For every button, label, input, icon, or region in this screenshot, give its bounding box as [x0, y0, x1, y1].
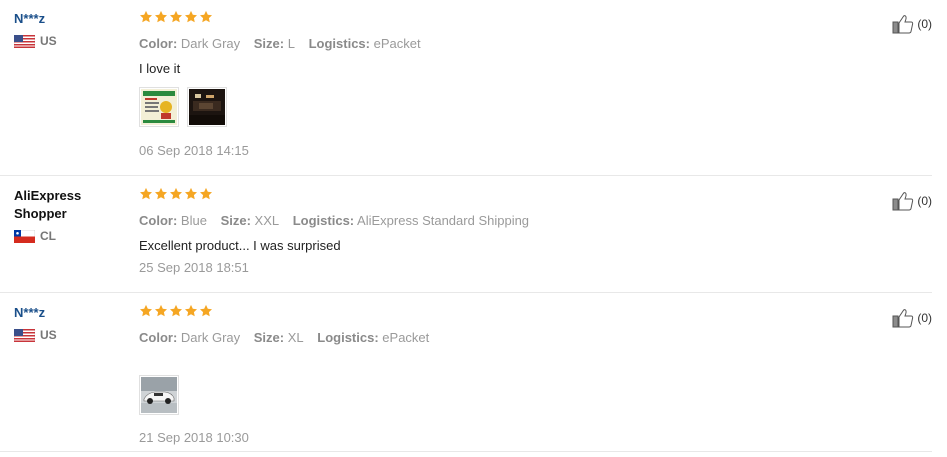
star-icon [169, 10, 183, 24]
review-item: AliExpress Shopper CL Color: Blue Size: … [0, 177, 932, 293]
color-value: Blue [180, 213, 207, 228]
purchase-attributes: Color: Dark Gray Size: XL Logistics: ePa… [139, 330, 859, 346]
review-body: Color: Blue Size: XXL Logistics: AliExpr… [139, 187, 859, 276]
size-label: Size: [253, 36, 285, 51]
photo-card-icon [141, 89, 177, 125]
review-photo-thumbnail[interactable] [187, 87, 227, 127]
logistics-value: ePacket [382, 330, 430, 345]
photo-dark-room-icon [189, 89, 225, 125]
review-date: 21 Sep 2018 10:30 [139, 430, 249, 445]
helpful-count: (0) [917, 311, 932, 325]
purchase-attributes: Color: Blue Size: XXL Logistics: AliExpr… [139, 213, 859, 229]
star-icon [139, 187, 153, 201]
helpful-button[interactable]: (0) [892, 191, 932, 211]
logistics-label: Logistics: [317, 330, 379, 345]
logistics-label: Logistics: [292, 213, 355, 228]
thumbs-up-icon [892, 191, 914, 211]
logistics-value: ePacket [373, 36, 421, 51]
photo-white-car-icon [141, 377, 177, 413]
star-icon [184, 10, 198, 24]
review-photo-thumbnail[interactable] [139, 375, 179, 415]
logistics-label: Logistics: [308, 36, 370, 51]
reviewer-info: AliExpress Shopper CL [14, 187, 124, 243]
review-photo-thumbnail[interactable] [139, 87, 179, 127]
cl-flag-icon [14, 229, 35, 243]
star-icon [139, 10, 153, 24]
color-label: Color: [139, 213, 178, 228]
star-icon [154, 304, 168, 318]
helpful-count: (0) [917, 194, 932, 208]
helpful-count: (0) [917, 17, 932, 31]
review-text: I love it [139, 61, 181, 76]
review-date: 06 Sep 2018 14:15 [139, 143, 249, 158]
color-value: Dark Gray [180, 330, 241, 345]
star-rating [139, 187, 859, 205]
review-item: N***z US Colo [0, 294, 932, 452]
country-code: CL [40, 229, 56, 243]
star-rating [139, 304, 859, 322]
star-icon [169, 187, 183, 201]
star-icon [139, 304, 153, 318]
us-flag-icon [14, 34, 35, 48]
size-value: XXL [254, 213, 280, 228]
country-code: US [40, 328, 57, 342]
star-icon [154, 10, 168, 24]
reviewer-name[interactable]: N***z [14, 10, 124, 28]
star-icon [169, 304, 183, 318]
reviewer-country: US [14, 34, 124, 48]
helpful-button[interactable]: (0) [892, 14, 932, 34]
thumbs-up-icon [892, 308, 914, 328]
review-body: Color: Dark Gray Size: L Logistics: ePac… [139, 10, 859, 159]
star-icon [184, 187, 198, 201]
helpful-button[interactable]: (0) [892, 308, 932, 328]
reviewer-info: N***z US [14, 304, 124, 342]
review-text [139, 355, 859, 371]
review-date: 25 Sep 2018 18:51 [139, 260, 249, 275]
size-value: L [287, 36, 295, 51]
reviewer-info: N***z US [14, 10, 124, 48]
country-code: US [40, 34, 57, 48]
review-body: Color: Dark Gray Size: XL Logistics: ePa… [139, 304, 859, 446]
star-icon [199, 187, 213, 201]
size-label: Size: [220, 213, 251, 228]
review-photos [139, 87, 859, 127]
purchase-attributes: Color: Dark Gray Size: L Logistics: ePac… [139, 36, 859, 52]
star-rating [139, 10, 859, 28]
reviewer-country: CL [14, 229, 124, 243]
review-text: Excellent product... I was surprised [139, 238, 341, 253]
star-icon [199, 10, 213, 24]
review-photos [139, 375, 859, 415]
star-icon [154, 187, 168, 201]
star-icon [199, 304, 213, 318]
review-item: N***z US Colo [0, 0, 932, 176]
size-label: Size: [253, 330, 285, 345]
reviewer-name: AliExpress Shopper [14, 188, 82, 221]
thumbs-up-icon [892, 14, 914, 34]
color-label: Color: [139, 330, 178, 345]
color-label: Color: [139, 36, 178, 51]
us-flag-icon [14, 328, 35, 342]
reviewer-name[interactable]: N***z [14, 304, 124, 322]
color-value: Dark Gray [180, 36, 241, 51]
size-value: XL [287, 330, 304, 345]
logistics-value: AliExpress Standard Shipping [357, 213, 530, 228]
reviewer-country: US [14, 328, 124, 342]
star-icon [184, 304, 198, 318]
